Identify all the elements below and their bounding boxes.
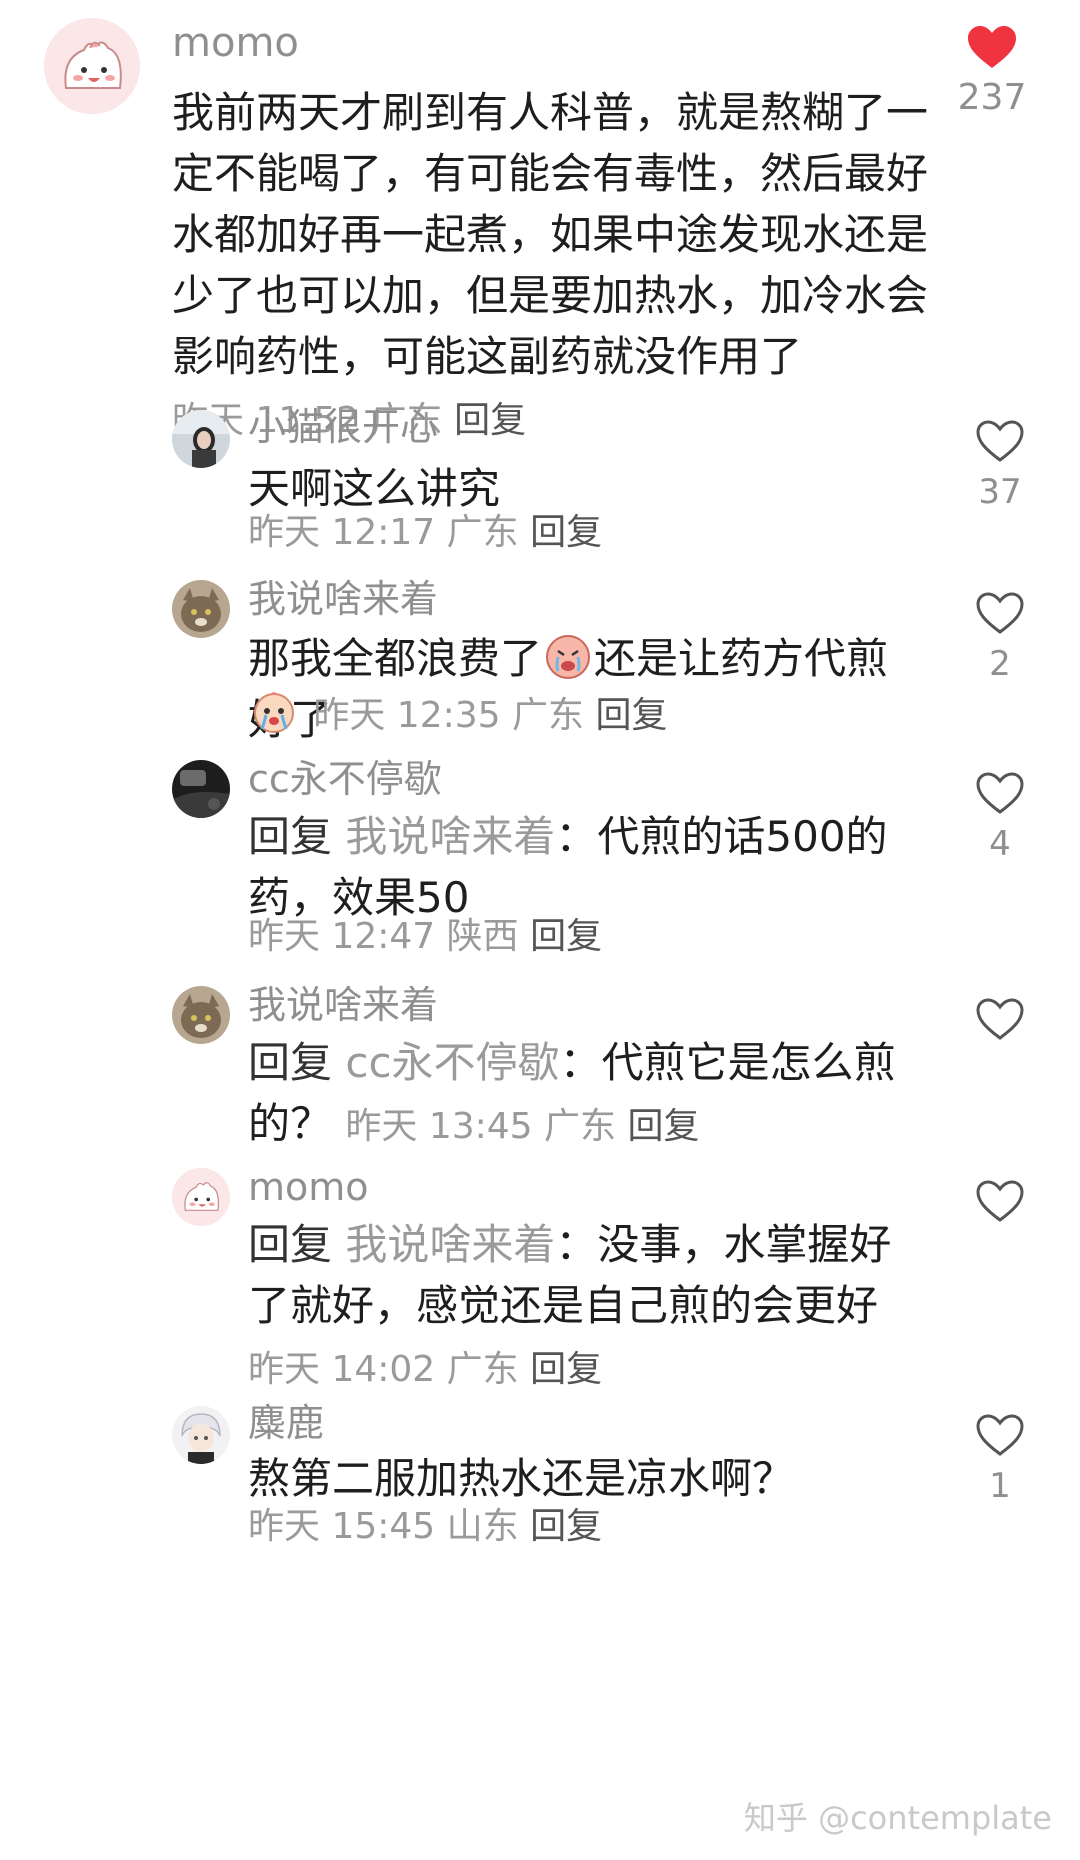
reply-author[interactable]: 小猫很开心 (248, 402, 438, 452)
heart-outline-icon (976, 420, 1024, 462)
heart-outline-icon (976, 1414, 1024, 1456)
reply-like-count: 2 (989, 644, 1011, 684)
cat-photo-avatar-icon (172, 580, 230, 638)
reply-avatar[interactable] (172, 410, 230, 468)
main-comment-like-count: 237 (957, 77, 1027, 118)
reply-author[interactable]: 麋鹿 (248, 1398, 324, 1448)
reply-button[interactable]: 回复 (628, 1106, 700, 1147)
reply-location: 广东 (512, 695, 585, 736)
heart-outline-icon (976, 772, 1024, 814)
reply-like-button[interactable] (960, 996, 1040, 1048)
reply-location: 广东 (446, 512, 519, 553)
reply-like-button[interactable]: 2 (960, 590, 1040, 686)
reply-like-count: 4 (989, 824, 1011, 864)
reply-meta: 昨天 12:47 陕西 回复 (248, 912, 602, 962)
reply-meta: 昨天 13:45 广东 回复 (345, 1106, 699, 1147)
tearful-face-emoji-icon (250, 687, 298, 735)
reply-avatar[interactable] (172, 760, 230, 818)
reply-meta: 昨天 14:02 广东 回复 (248, 1349, 602, 1390)
main-comment-like-button[interactable]: 237 (952, 24, 1032, 120)
reply-meta: 昨天 12:35 广东 回复 (313, 695, 667, 736)
reply-prefix: 回复 (248, 1038, 333, 1087)
reply-time: 昨天 13:45 (345, 1106, 533, 1147)
reply-time: 昨天 14:02 (248, 1349, 436, 1390)
main-comment-text: 我前两天才刷到有人科普，就是熬糊了一定不能喝了，有可能会有毒性，然后最好水都加好… (172, 82, 932, 451)
reply-like-button[interactable]: 37 (960, 418, 1040, 514)
girl-photo-avatar-icon (172, 410, 230, 468)
reply-avatar[interactable] (172, 1168, 230, 1226)
main-comment-body: 我前两天才刷到有人科普，就是熬糊了一定不能喝了，有可能会有毒性，然后最好水都加好… (172, 88, 929, 381)
car-interior-avatar-icon (172, 760, 230, 818)
reply-location: 广东 (446, 1349, 519, 1390)
heart-filled-icon (968, 26, 1016, 68)
reply-text: 熬第二服加热水还是凉水啊？ (248, 1454, 795, 1503)
reply-time: 昨天 12:35 (313, 695, 501, 736)
reply-meta: 昨天 12:17 广东 回复 (248, 508, 602, 558)
reply-prefix: 回复 (248, 812, 333, 861)
reply-button[interactable]: 回复 (530, 1349, 602, 1390)
reply-text: 回复 cc永不停歇：代煎它是怎么煎的？ 昨天 13:45 广东 回复 (248, 1032, 918, 1157)
reply-like-button[interactable] (960, 1178, 1040, 1230)
reply-avatar[interactable] (172, 986, 230, 1044)
heart-outline-icon (976, 998, 1024, 1040)
reply-text: 回复 我说啥来着：代煎的话500的药，效果50 (248, 806, 918, 928)
reply-location: 陕西 (446, 916, 519, 957)
reply-button[interactable]: 回复 (530, 1506, 602, 1547)
main-comment-author[interactable]: momo (172, 18, 299, 68)
reply-target-user[interactable]: 我说啥来着 (345, 1220, 555, 1269)
reply-meta: 昨天 15:45 山东 回复 (248, 1502, 602, 1552)
reply-avatar[interactable] (172, 580, 230, 638)
reply-location: 广东 (544, 1106, 617, 1147)
reply-author[interactable]: 我说啥来着 (248, 980, 438, 1030)
reply-button[interactable]: 回复 (530, 512, 602, 553)
reply-location: 山东 (446, 1506, 519, 1547)
reply-text: 回复 我说啥来着：没事，水掌握好了就好，感觉还是自己煎的会更好 昨天 14:02… (248, 1214, 918, 1400)
main-comment-reply-button[interactable]: 回复 (454, 400, 526, 441)
heart-outline-icon (976, 592, 1024, 634)
zhihu-watermark: 知乎 @contemplate (743, 1799, 1052, 1837)
main-comment-avatar[interactable] (44, 18, 140, 114)
reply-time: 昨天 12:17 (248, 512, 436, 553)
reply-text-line2: 昨天 12:35 广东 回复 (248, 682, 668, 746)
reply-like-count: 37 (978, 472, 1022, 512)
reply-button[interactable]: 回复 (595, 695, 667, 736)
sad-crying-face-emoji-icon (544, 633, 592, 681)
reply-author[interactable]: cc永不停歇 (248, 754, 442, 804)
reply-like-button[interactable]: 1 (960, 1412, 1040, 1508)
cute-pink-blob-avatar-icon (172, 1168, 230, 1226)
reply-avatar[interactable] (172, 1406, 230, 1464)
reply-button[interactable]: 回复 (530, 916, 602, 957)
white-hair-boy-avatar-icon (172, 1406, 230, 1464)
reply-time: 昨天 15:45 (248, 1506, 436, 1547)
reply-like-count: 1 (989, 1466, 1011, 1506)
reply-prefix: 回复 (248, 1220, 333, 1269)
reply-author[interactable]: momo (248, 1162, 369, 1212)
cute-pink-blob-avatar-icon (44, 18, 140, 114)
reply-author[interactable]: 我说啥来着 (248, 574, 438, 624)
reply-body: ：代煎的话500的药，效果50 (248, 812, 888, 922)
reply-target-user[interactable]: cc永不停歇 (345, 1038, 559, 1087)
reply-like-button[interactable]: 4 (960, 770, 1040, 866)
heart-outline-icon (976, 1180, 1024, 1222)
cat-photo-avatar-icon (172, 986, 230, 1044)
reply-time: 昨天 12:47 (248, 916, 436, 957)
reply-text-part: 那我全都浪费了 (248, 634, 543, 683)
reply-target-user[interactable]: 我说啥来着 (345, 812, 555, 861)
